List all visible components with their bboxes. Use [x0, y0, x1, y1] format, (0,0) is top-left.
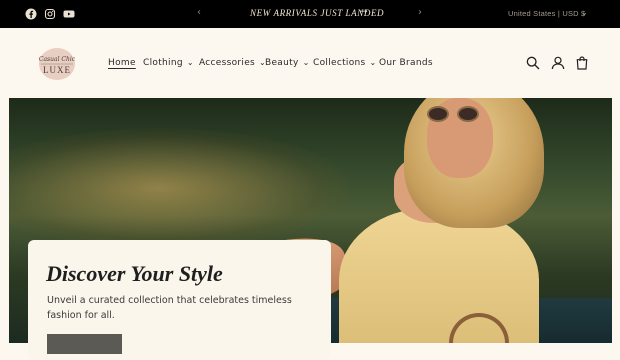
chevron-down-icon: ⌄: [369, 58, 377, 67]
logo[interactable]: Casual Chic LUXE: [31, 44, 83, 82]
hero-description: Unveil a curated collection that celebra…: [47, 295, 292, 321]
chevron-down-icon: ⌄: [581, 8, 588, 17]
hero-background: [9, 128, 349, 248]
announcement-bar: ‹ NEW ARRIVALS JUST LANDED → › United St…: [0, 0, 620, 28]
nav-beauty-label: Beauty: [265, 58, 299, 68]
hero-title: Discover Your Style: [46, 261, 223, 286]
hero-content-card: Discover Your Style Unveil a curated col…: [28, 240, 331, 360]
chevron-down-icon: ⌄: [186, 58, 194, 67]
nav-clothing[interactable]: Clothing ⌄: [143, 58, 194, 68]
nav-home[interactable]: Home: [108, 58, 136, 68]
svg-text:LUXE: LUXE: [43, 65, 71, 75]
site-header: Casual Chic LUXE Home Clothing ⌄ Accessor…: [0, 28, 620, 98]
hero-cta-button[interactable]: [47, 334, 122, 354]
nav-accessories[interactable]: Accessories ⌄: [199, 58, 266, 68]
announcement-next-button[interactable]: ›: [418, 7, 422, 18]
instagram-icon[interactable]: [44, 8, 56, 20]
account-icon[interactable]: [550, 55, 566, 71]
announcement-prev-button[interactable]: ‹: [197, 7, 201, 18]
nav-clothing-label: Clothing: [143, 58, 183, 68]
sunglasses-icon: [427, 106, 449, 122]
nav-home-label: Home: [108, 58, 136, 68]
search-icon[interactable]: [525, 55, 541, 71]
nav-our-brands[interactable]: Our Brands: [379, 58, 433, 68]
nav-beauty[interactable]: Beauty ⌄: [265, 58, 310, 68]
nav-our-brands-label: Our Brands: [379, 58, 433, 68]
nav-collections-label: Collections: [313, 58, 366, 68]
chevron-down-icon: ⌄: [302, 58, 310, 67]
facebook-icon[interactable]: [25, 8, 37, 20]
svg-text:Casual Chic: Casual Chic: [39, 56, 76, 63]
nav-accessories-label: Accessories: [199, 58, 256, 68]
cart-icon[interactable]: [574, 55, 590, 71]
sunglasses-icon: [457, 106, 479, 122]
locale-selector[interactable]: United States | USD $: [508, 9, 585, 18]
arrow-right-icon: →: [360, 7, 368, 17]
youtube-icon[interactable]: [63, 8, 75, 20]
nav-collections[interactable]: Collections ⌄: [313, 58, 377, 68]
hero-model-dress: [339, 208, 539, 343]
